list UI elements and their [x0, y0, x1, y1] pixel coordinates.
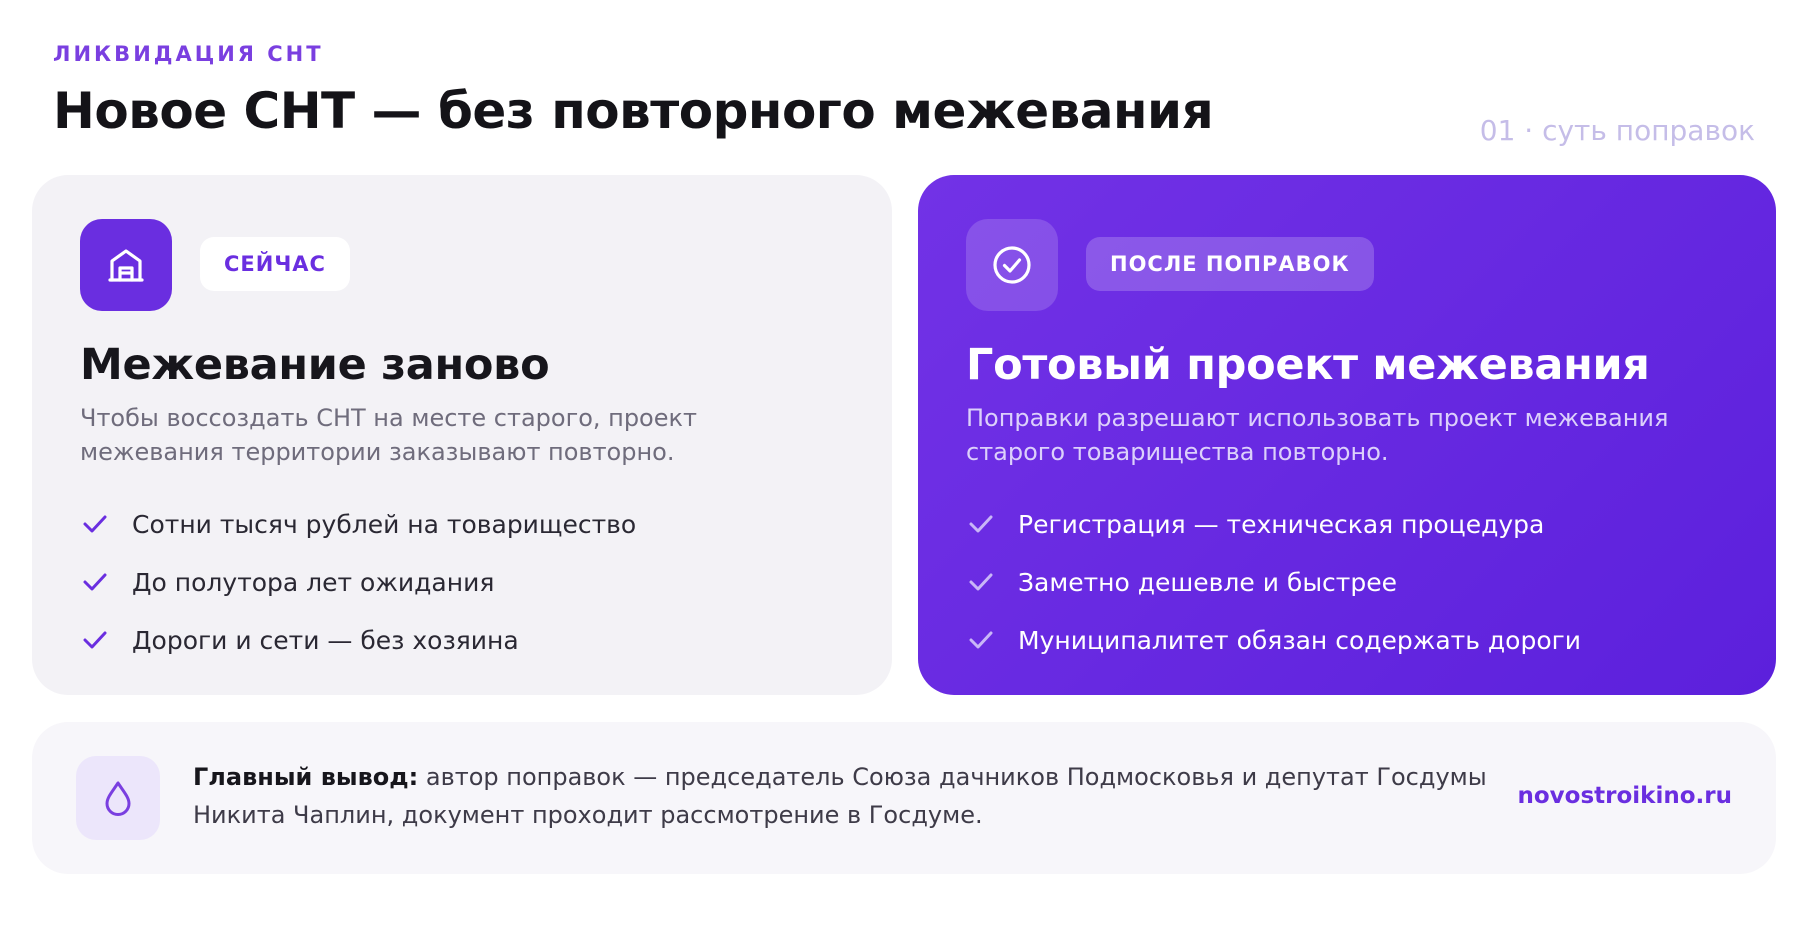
card-after-description: Поправки разрешают использовать проект м…: [966, 404, 1669, 466]
list-item-label: Регистрация — техническая процедура: [1018, 509, 1545, 539]
card-now: СЕЙЧАС Межевание заново Чтобы воссоздать…: [32, 175, 892, 695]
check-icon: [80, 567, 110, 597]
card-now-heading: Межевание заново: [80, 340, 550, 390]
conclusion-text: Главный вывод: автор поправок — председа…: [193, 758, 1533, 834]
list-item-label: Заметно дешевле и быстрее: [1018, 567, 1397, 597]
badge-after: ПОСЛЕ ПОПРАВОК: [1086, 237, 1374, 291]
check-icon: [966, 567, 996, 597]
list-item-label: Дороги и сети — без хозяина: [132, 625, 519, 655]
kicker-label: ЛИКВИДАЦИЯ СНТ: [53, 42, 324, 66]
list-item: Сотни тысяч рублей на товарищество: [80, 495, 636, 553]
card-after-heading: Готовый проект межевания: [966, 340, 1650, 390]
page-title: Новое СНТ — без повторного межевания: [53, 82, 1214, 140]
list-item: Муниципалитет обязан содержать дороги: [966, 611, 1581, 669]
list-item-label: Сотни тысяч рублей на товарищество: [132, 509, 637, 539]
drop-icon: [76, 756, 160, 840]
conclusion-lead: Главный вывод:: [193, 763, 419, 791]
check-icon: [80, 625, 110, 655]
check-circle-icon: [966, 219, 1058, 311]
check-icon: [80, 509, 110, 539]
site-link[interactable]: novostroikino.ru: [1518, 783, 1733, 809]
list-item-label: Муниципалитет обязан содержать дороги: [1018, 625, 1582, 655]
list-item: До полутора лет ожидания: [80, 553, 636, 611]
card-now-description: Чтобы воссоздать СНТ на месте старого, п…: [80, 404, 697, 466]
list-item: Заметно дешевле и быстрее: [966, 553, 1581, 611]
card-after-checklist: Регистрация — техническая процедура Заме…: [966, 495, 1581, 669]
list-item: Регистрация — техническая процедура: [966, 495, 1581, 553]
check-icon: [966, 625, 996, 655]
house-icon: [80, 219, 172, 311]
badge-now: СЕЙЧАС: [200, 237, 350, 291]
infographic-page: ЛИКВИДАЦИЯ СНТ Новое СНТ — без повторног…: [0, 0, 1800, 936]
list-item-label: До полутора лет ожидания: [132, 567, 495, 597]
section-tag: 01 · суть поправок: [1479, 114, 1755, 147]
card-now-checklist: Сотни тысяч рублей на товарищество До по…: [80, 495, 636, 669]
conclusion-panel: Главный вывод: автор поправок — председа…: [32, 722, 1776, 874]
check-icon: [966, 509, 996, 539]
card-after: ПОСЛЕ ПОПРАВОК Готовый проект межевания …: [918, 175, 1776, 695]
list-item: Дороги и сети — без хозяина: [80, 611, 636, 669]
